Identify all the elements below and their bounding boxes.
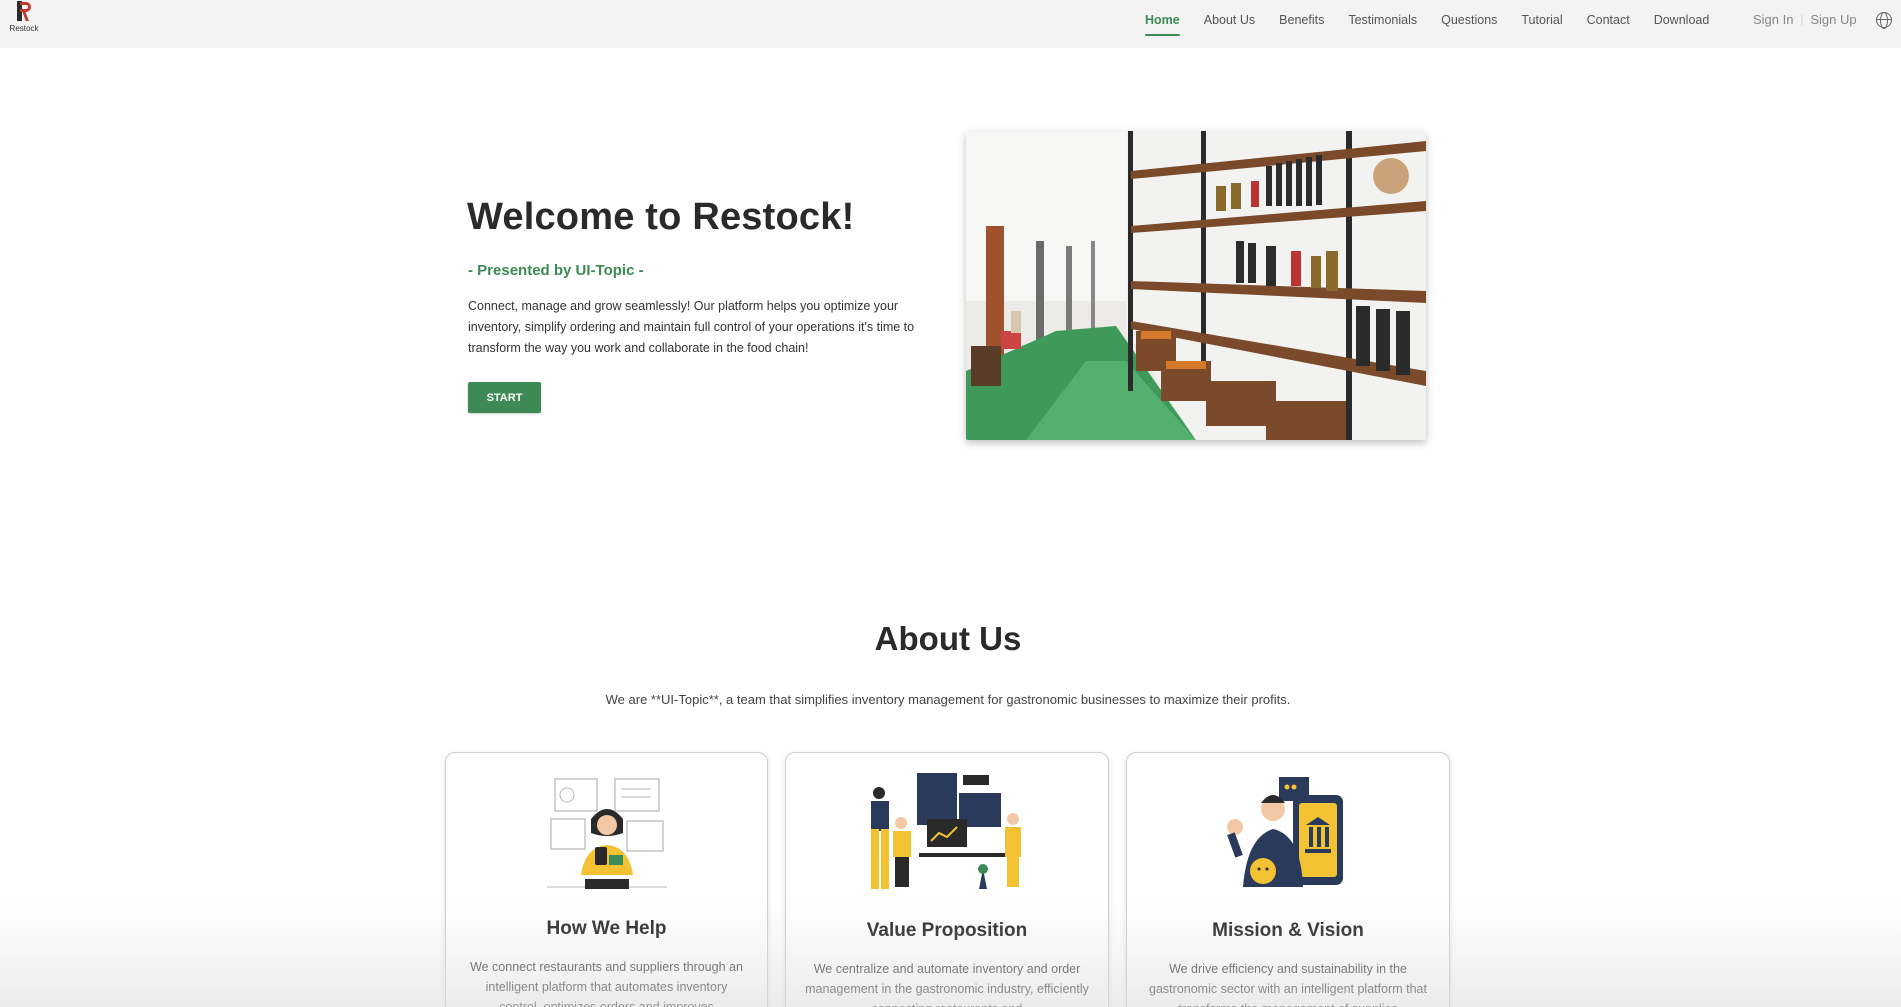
- card-title: Mission & Vision: [1212, 920, 1364, 941]
- hero-subtitle: - Presented by UI-Topic -: [468, 262, 644, 279]
- nav-questions[interactable]: Questions: [1429, 12, 1509, 36]
- nav-testimonials[interactable]: Testimonials: [1336, 12, 1429, 36]
- top-navbar: Restock Home About Us Benefits Testimoni…: [0, 0, 1901, 48]
- card-value-proposition: Value Proposition We centralize and auto…: [785, 752, 1109, 1007]
- grocery-store-photo: [966, 131, 1426, 440]
- card-title: Value Proposition: [866, 920, 1028, 941]
- restock-logo[interactable]: Restock: [4, 1, 44, 37]
- card-mission-vision: Mission & Vision We drive efficiency and…: [1126, 752, 1450, 1007]
- hero-title: Welcome to Restock!: [467, 196, 855, 238]
- card-text: We connect restaurants and suppliers thr…: [470, 960, 743, 1007]
- logo-icon: [14, 1, 34, 23]
- woman-with-phone-illustration: [546, 775, 667, 898]
- card-text: We drive efficiency and sustainability i…: [1149, 962, 1427, 1007]
- team-analytics-illustration: [867, 771, 1027, 898]
- nav-contact[interactable]: Contact: [1575, 12, 1642, 36]
- start-button[interactable]: START: [468, 382, 541, 413]
- card-title: How We Help: [546, 918, 667, 939]
- auth-links: Sign In | Sign Up: [1753, 12, 1857, 27]
- sign-in-link[interactable]: Sign In: [1753, 12, 1793, 27]
- man-with-mobile-bank-illustration: [1223, 775, 1353, 896]
- about-title: About Us: [874, 620, 1022, 657]
- sign-up-link[interactable]: Sign Up: [1810, 12, 1856, 27]
- nav-home[interactable]: Home: [1133, 12, 1192, 36]
- auth-separator: |: [1800, 13, 1804, 26]
- about-description: We are **UI-Topic**, a team that simplif…: [605, 692, 1291, 707]
- landing-page: Restock Home About Us Benefits Testimoni…: [0, 0, 1901, 1007]
- globe-icon[interactable]: [1876, 12, 1892, 29]
- card-how-we-help: How We Help We connect restaurants and s…: [445, 752, 768, 1007]
- logo-text: Restock: [9, 24, 39, 33]
- nav-tutorial[interactable]: Tutorial: [1509, 12, 1574, 36]
- card-text: We centralize and automate inventory and…: [805, 962, 1089, 1007]
- nav-about-us[interactable]: About Us: [1192, 12, 1267, 36]
- hero-description: Connect, manage and grow seamlessly! Our…: [468, 299, 915, 355]
- main-menu: Home About Us Benefits Testimonials Ques…: [1133, 12, 1721, 36]
- nav-download[interactable]: Download: [1642, 12, 1722, 36]
- nav-benefits[interactable]: Benefits: [1267, 12, 1336, 36]
